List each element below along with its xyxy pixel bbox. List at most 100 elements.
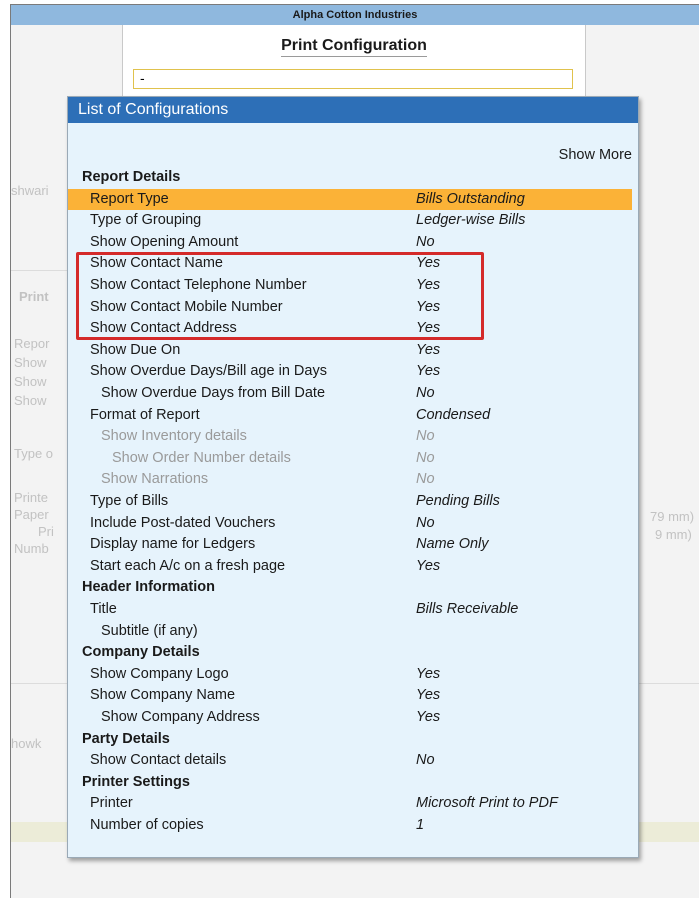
section-header: Printer Settings: [68, 772, 638, 793]
highlight-annotation-box: [76, 252, 484, 340]
bg-label: Printe: [14, 490, 48, 505]
config-value: Yes: [416, 557, 441, 574]
config-label: Show Opening Amount: [90, 233, 239, 250]
section-label: Report Details: [82, 169, 181, 185]
config-row[interactable]: Number of copies 1: [68, 815, 638, 836]
config-label: Include Post-dated Vouchers: [90, 514, 276, 531]
list-of-configurations-panel: List of Configurations Show More Report …: [67, 96, 639, 858]
config-label: Show Company Name: [90, 687, 236, 704]
show-more-button[interactable]: Show More: [559, 147, 632, 163]
config-label: Subtitle (if any): [101, 622, 198, 639]
bg-label: Paper: [14, 507, 49, 522]
config-value: Yes: [416, 665, 441, 682]
config-value: Yes: [416, 687, 441, 704]
config-value: Microsoft Print to PDF: [416, 795, 558, 812]
bg-label: Show: [14, 393, 47, 408]
config-label: Printer: [90, 795, 133, 812]
bg-label: Repor: [14, 336, 50, 351]
config-label: Report Type: [90, 190, 169, 207]
bg-label: Show: [14, 374, 47, 389]
config-label: Show Inventory details: [101, 428, 247, 445]
config-value: 1: [416, 817, 425, 833]
config-label: Type of Bills: [90, 493, 169, 509]
config-row[interactable]: Include Post-dated Vouchers No: [68, 513, 638, 534]
config-row[interactable]: Type of Grouping Ledger-wise Bills: [68, 210, 638, 231]
config-label: Number of copies: [90, 817, 204, 833]
config-row[interactable]: Show Narrations No: [68, 469, 638, 490]
config-row[interactable]: Show Overdue Days from Bill Date No: [68, 383, 638, 404]
config-label: Show Overdue Days from Bill Date: [101, 385, 326, 401]
config-label: Show Company Logo: [90, 665, 229, 682]
config-row[interactable]: Printer Microsoft Print to PDF: [68, 793, 638, 814]
config-row[interactable]: Show Inventory details No: [68, 426, 638, 447]
config-row[interactable]: Show Order Number details No: [68, 448, 638, 469]
config-value: Yes: [416, 709, 441, 725]
config-value: Ledger-wise Bills: [416, 212, 526, 229]
section-header: Report Details: [68, 167, 638, 188]
config-label: Format of Report: [90, 406, 200, 423]
config-label: Title: [90, 601, 117, 617]
config-row[interactable]: Show Due On Yes: [68, 340, 638, 361]
config-label: Type of Grouping: [90, 212, 202, 229]
config-row[interactable]: Display name for Ledgers Name Only: [68, 534, 638, 555]
bg-label: Show: [14, 355, 47, 370]
section-header: Header Information: [68, 577, 638, 598]
bg-label: 79 mm): [650, 509, 695, 524]
config-value: No: [416, 428, 435, 445]
config-value: No: [416, 514, 435, 531]
config-row[interactable]: Show Company Name Yes: [68, 685, 638, 706]
bg-label: Type o: [14, 446, 54, 461]
config-label: Show Company Address: [101, 709, 260, 725]
bg-label: shwari: [11, 183, 49, 198]
config-row[interactable]: Title Bills Receivable: [68, 599, 638, 620]
bg-label: 9 mm): [655, 527, 692, 542]
config-row[interactable]: Show Company Address Yes: [68, 707, 638, 728]
config-label: Show Contact details: [90, 752, 227, 769]
config-value: Yes: [416, 363, 441, 380]
config-row[interactable]: Subtitle (if any): [68, 621, 638, 642]
config-value: Yes: [416, 341, 441, 358]
config-label: Start each A/c on a fresh page: [90, 557, 286, 574]
config-label: Show Narrations: [101, 471, 209, 488]
config-row[interactable]: Show Opening Amount No: [68, 232, 638, 253]
config-value: Pending Bills: [416, 493, 500, 509]
bg-label: howk: [11, 736, 42, 751]
config-row[interactable]: Format of Report Condensed: [68, 405, 638, 426]
bg-label: Print: [19, 289, 49, 304]
config-value: Bills Outstanding: [416, 190, 525, 207]
config-row[interactable]: Report Type Bills Outstanding: [68, 188, 632, 210]
config-row[interactable]: Show Contact details No: [68, 750, 638, 771]
config-label: Show Due On: [90, 341, 181, 358]
configuration-search-input[interactable]: -: [133, 69, 573, 89]
bg-label: Pri: [38, 524, 54, 539]
print-configuration-panel: Print Configuration -: [122, 25, 586, 100]
input-value: -: [140, 70, 145, 86]
print-configuration-title: Print Configuration: [123, 37, 585, 57]
panel-title: List of Configurations: [68, 97, 638, 123]
config-label: Display name for Ledgers: [90, 536, 256, 553]
section-label: Header Information: [82, 579, 215, 596]
section-label: Printer Settings: [82, 773, 190, 790]
config-value: No: [416, 752, 435, 769]
config-value: Bills Receivable: [416, 601, 519, 617]
company-title-bar: Alpha Cotton Industries: [11, 5, 699, 25]
config-row[interactable]: Show Company Logo Yes: [68, 664, 638, 685]
config-row[interactable]: Type of Bills Pending Bills: [68, 491, 638, 512]
company-title: Alpha Cotton Industries: [292, 9, 418, 21]
config-value: No: [416, 471, 435, 488]
section-header: Party Details: [68, 729, 638, 750]
config-value: No: [416, 233, 435, 250]
section-header: Company Details: [68, 642, 638, 663]
section-label: Party Details: [82, 730, 170, 747]
config-value: Name Only: [416, 536, 489, 553]
bg-label: Numb: [14, 541, 49, 556]
config-value: No: [416, 449, 435, 466]
config-value: No: [416, 385, 435, 401]
config-row[interactable]: Show Overdue Days/Bill age in Days Yes: [68, 361, 638, 382]
section-label: Company Details: [82, 644, 200, 661]
config-label: Show Order Number details: [112, 449, 291, 466]
config-row[interactable]: Start each A/c on a fresh page Yes: [68, 556, 638, 577]
config-label: Show Overdue Days/Bill age in Days: [90, 363, 327, 380]
config-value: Condensed: [416, 406, 491, 423]
bg-divider: [11, 270, 67, 271]
